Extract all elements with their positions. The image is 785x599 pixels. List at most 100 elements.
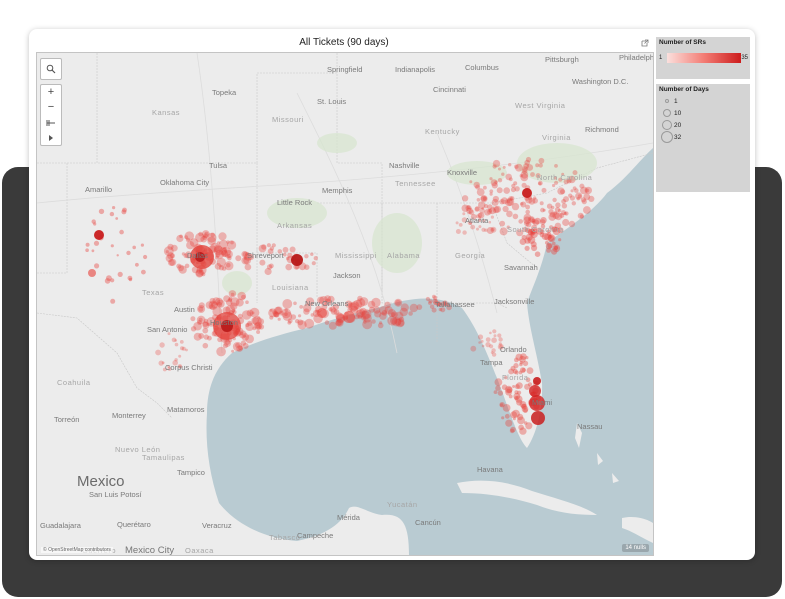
ticket-point[interactable] xyxy=(491,182,498,189)
ticket-point[interactable] xyxy=(110,298,116,304)
ticket-point[interactable] xyxy=(537,180,543,186)
ticket-point[interactable] xyxy=(304,254,309,259)
ticket-point[interactable] xyxy=(518,424,524,431)
ticket-point[interactable] xyxy=(491,337,497,344)
ticket-point[interactable] xyxy=(387,309,396,317)
ticket-point-hotspot[interactable] xyxy=(531,411,545,425)
ticket-point[interactable] xyxy=(177,264,184,272)
ticket-point[interactable] xyxy=(585,188,590,193)
ticket-point[interactable] xyxy=(530,172,535,177)
ticket-point[interactable] xyxy=(359,307,367,316)
ticket-point[interactable] xyxy=(119,229,124,235)
ticket-point[interactable] xyxy=(503,187,511,194)
ticket-point[interactable] xyxy=(498,337,503,342)
ticket-point[interactable] xyxy=(512,213,519,220)
ticket-point[interactable] xyxy=(470,345,477,352)
ticket-point[interactable] xyxy=(247,320,253,326)
ticket-point[interactable] xyxy=(483,185,487,190)
ticket-point[interactable] xyxy=(540,207,545,213)
ticket-point[interactable] xyxy=(489,344,494,349)
ticket-point[interactable] xyxy=(266,243,271,248)
ticket-point[interactable] xyxy=(515,163,523,172)
ticket-point[interactable] xyxy=(510,187,516,193)
ticket-point[interactable] xyxy=(518,370,523,375)
ticket-point[interactable] xyxy=(258,244,267,253)
ticket-point[interactable] xyxy=(476,188,485,197)
ticket-point[interactable] xyxy=(198,306,204,312)
ticket-point[interactable] xyxy=(268,308,278,318)
ticket-point[interactable] xyxy=(468,211,471,214)
ticket-point[interactable] xyxy=(588,195,595,202)
ticket-point[interactable] xyxy=(499,199,505,205)
ticket-point[interactable] xyxy=(216,257,226,267)
ticket-point[interactable] xyxy=(506,198,515,206)
ticket-point[interactable] xyxy=(310,313,315,317)
ticket-point[interactable] xyxy=(488,220,492,224)
ticket-point[interactable] xyxy=(563,196,569,203)
ticket-point[interactable] xyxy=(516,382,523,389)
ticket-point-hotspot[interactable] xyxy=(317,308,327,318)
ticket-point[interactable] xyxy=(350,301,360,311)
ticket-point[interactable] xyxy=(499,403,504,407)
ticket-point[interactable] xyxy=(167,366,172,371)
ticket-point[interactable] xyxy=(470,224,476,230)
ticket-point[interactable] xyxy=(583,206,591,214)
ticket-point[interactable] xyxy=(440,307,446,313)
ticket-point[interactable] xyxy=(462,230,467,235)
ticket-point[interactable] xyxy=(519,361,524,365)
ticket-point[interactable] xyxy=(561,203,568,209)
size-legend-item[interactable]: 1 xyxy=(660,95,750,107)
ticket-point[interactable] xyxy=(379,321,383,325)
ticket-point[interactable] xyxy=(514,390,519,395)
ticket-point[interactable] xyxy=(282,246,289,253)
ticket-point[interactable] xyxy=(198,317,203,322)
ticket-point[interactable] xyxy=(558,208,562,213)
ticket-point[interactable] xyxy=(505,388,512,396)
ticket-point[interactable] xyxy=(540,217,547,224)
ticket-point[interactable] xyxy=(541,187,547,193)
ticket-point[interactable] xyxy=(506,210,513,218)
ticket-point[interactable] xyxy=(527,236,536,244)
ticket-point[interactable] xyxy=(202,327,209,334)
ticket-point[interactable] xyxy=(489,177,493,181)
ticket-point[interactable] xyxy=(540,224,546,229)
ticket-point[interactable] xyxy=(259,259,266,266)
ticket-point[interactable] xyxy=(553,176,557,180)
ticket-point[interactable] xyxy=(512,385,516,388)
ticket-point[interactable] xyxy=(563,211,567,216)
ticket-point[interactable] xyxy=(167,259,175,266)
ticket-point[interactable] xyxy=(552,227,561,236)
ticket-point[interactable] xyxy=(171,337,177,343)
ticket-point[interactable] xyxy=(469,207,472,210)
ticket-point[interactable] xyxy=(548,234,553,239)
ticket-point-hotspot[interactable] xyxy=(529,385,541,397)
ticket-point[interactable] xyxy=(557,187,565,195)
ticket-point[interactable] xyxy=(271,243,276,248)
ticket-point[interactable] xyxy=(482,219,486,223)
ticket-point[interactable] xyxy=(317,296,325,304)
ticket-point[interactable] xyxy=(335,312,344,321)
ticket-point[interactable] xyxy=(237,291,246,301)
zoom-out-button[interactable]: − xyxy=(41,100,61,115)
ticket-point[interactable] xyxy=(480,339,484,343)
ticket-point[interactable] xyxy=(359,297,369,306)
ticket-point[interactable] xyxy=(200,235,208,243)
size-legend-item[interactable]: 32 xyxy=(660,131,750,143)
ticket-point[interactable] xyxy=(204,231,209,236)
ticket-point[interactable] xyxy=(534,217,541,225)
ticket-point[interactable] xyxy=(436,302,441,307)
ticket-point[interactable] xyxy=(491,352,497,357)
ticket-point[interactable] xyxy=(549,211,556,218)
ticket-point[interactable] xyxy=(116,254,119,257)
ticket-point[interactable] xyxy=(285,263,292,271)
ticket-point[interactable] xyxy=(289,246,296,253)
ticket-point[interactable] xyxy=(256,330,261,334)
ticket-point[interactable] xyxy=(313,256,318,261)
ticket-point[interactable] xyxy=(226,240,230,244)
ticket-point[interactable] xyxy=(501,172,505,176)
popout-icon[interactable] xyxy=(641,39,649,47)
ticket-point[interactable] xyxy=(299,305,304,309)
ticket-point[interactable] xyxy=(579,214,585,219)
ticket-point[interactable] xyxy=(241,310,252,320)
ticket-point[interactable] xyxy=(492,159,501,168)
